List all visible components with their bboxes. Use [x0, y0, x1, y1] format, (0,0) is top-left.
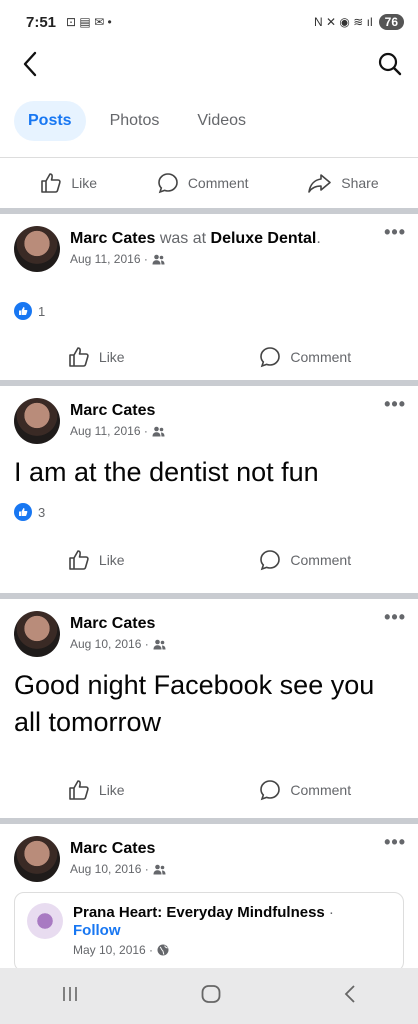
top-nav: [0, 44, 418, 84]
post-date[interactable]: Aug 11, 2016 ·: [70, 424, 148, 438]
avatar[interactable]: [14, 226, 60, 272]
post-date[interactable]: Aug 11, 2016 ·: [70, 252, 148, 266]
comment-button[interactable]: Comment: [156, 171, 249, 195]
author-name[interactable]: Marc Cates: [70, 840, 155, 857]
post-card: Marc Cates Aug 10, 2016 · ••• Prana Hear…: [0, 824, 418, 974]
author-name[interactable]: Marc Cates: [70, 402, 155, 419]
profile-tabs: Posts Photos Videos: [0, 84, 418, 158]
home-button[interactable]: [200, 983, 222, 1010]
shared-post-date[interactable]: May 10, 2016 ·: [73, 943, 153, 957]
reaction-count: 1: [38, 303, 46, 319]
tab-videos[interactable]: Videos: [183, 101, 260, 141]
author-name[interactable]: Marc Cates: [70, 230, 155, 247]
comment-label: Comment: [290, 782, 352, 798]
shared-post-card[interactable]: Prana Heart: Everyday Mindfulness · Foll…: [14, 892, 404, 972]
more-options-button[interactable]: •••: [384, 222, 406, 243]
comment-bubble-icon: [260, 780, 281, 801]
avatar[interactable]: [14, 611, 60, 657]
comment-label: Comment: [187, 175, 249, 191]
status-bar: 7:51 ⊡ ▤ ✉ • N ✕ ◉ ≋ ıl 76: [0, 0, 418, 44]
recent-apps-icon: [63, 986, 77, 1001]
profile-action-bar: Like Comment Share: [0, 158, 418, 208]
share-button[interactable]: Share: [307, 171, 379, 195]
like-button[interactable]: Like: [67, 345, 125, 369]
like-label: Like: [98, 349, 125, 365]
share-arrow-icon: [308, 174, 332, 193]
system-back-icon: [344, 984, 355, 1003]
post-header-text: Marc Cates was at Deluxe Dental.: [70, 230, 321, 247]
post-card: Marc Cates Aug 10, 2016 · ••• Good night…: [0, 599, 418, 818]
post-action-bar: Like Comment: [0, 332, 418, 382]
thumbs-up-icon: [41, 173, 62, 193]
post-header-text: Marc Cates: [70, 401, 404, 421]
more-options-button[interactable]: •••: [384, 607, 406, 628]
post-date[interactable]: Aug 10, 2016 ·: [70, 862, 149, 876]
status-time: 7:51: [26, 13, 57, 31]
search-icon: [378, 52, 402, 76]
post-date[interactable]: Aug 10, 2016 ·: [70, 637, 149, 651]
reactions-summary[interactable]: 1: [0, 302, 418, 320]
like-label: Like: [98, 552, 125, 568]
post-header-text: Marc Cates: [70, 614, 404, 634]
system-back-button[interactable]: [342, 984, 358, 1009]
thumbs-up-icon: [69, 780, 89, 800]
shared-page-name: Prana Heart: Everyday Mindfulness ·: [73, 904, 334, 921]
post-card: Marc Cates Aug 11, 2016 · ••• I am at th…: [0, 386, 418, 593]
page-avatar[interactable]: [27, 903, 63, 939]
like-label: Like: [71, 175, 98, 191]
friends-audience-icon: [152, 254, 165, 264]
avatar[interactable]: [14, 398, 60, 444]
home-icon: [201, 984, 221, 1003]
friends-audience-icon: [153, 864, 166, 874]
reaction-count: 3: [38, 504, 46, 520]
author-name[interactable]: Marc Cates: [70, 615, 155, 632]
globe-icon: [157, 944, 169, 956]
more-options-button[interactable]: •••: [384, 394, 406, 415]
back-arrow-icon: [23, 51, 37, 77]
notification-icons: ⊡ ▤ ✉ •: [66, 15, 112, 29]
comment-button[interactable]: Comment: [258, 345, 351, 369]
like-label: Like: [98, 782, 125, 798]
like-reaction-icon: [14, 302, 32, 320]
post-text: I am at the dentist not fun: [14, 457, 319, 487]
more-options-button[interactable]: •••: [384, 832, 406, 853]
search-button[interactable]: [374, 48, 406, 80]
comment-label: Comment: [290, 349, 352, 365]
comment-bubble-icon: [260, 550, 281, 571]
like-reaction-icon: [14, 503, 32, 521]
battery-indicator: 76: [378, 14, 404, 30]
comment-bubble-icon: [158, 173, 178, 194]
comment-label: Comment: [290, 552, 352, 568]
comment-bubble-icon: [260, 347, 281, 368]
post-action-bar: Like Comment: [0, 535, 418, 585]
like-button[interactable]: Like: [67, 548, 125, 572]
system-navigation-bar: [0, 968, 418, 1024]
like-button[interactable]: Like: [39, 171, 97, 195]
back-button[interactable]: [14, 48, 46, 80]
friends-audience-icon: [153, 639, 166, 649]
recent-apps-button[interactable]: [60, 984, 80, 1009]
tab-photos[interactable]: Photos: [96, 101, 174, 141]
thumbs-up-icon: [69, 550, 89, 570]
reactions-summary[interactable]: 3: [0, 503, 418, 521]
post-text: Good night Facebook see you all tomorrow: [14, 670, 375, 737]
friends-audience-icon: [152, 426, 165, 436]
comment-button[interactable]: Comment: [258, 548, 351, 572]
comment-button[interactable]: Comment: [258, 778, 351, 802]
share-label: Share: [341, 175, 379, 191]
avatar[interactable]: [14, 836, 60, 882]
system-icons: N ✕ ◉ ≋ ıl: [314, 15, 373, 29]
thumbs-up-icon: [69, 347, 89, 367]
post-header-text: Marc Cates: [70, 839, 404, 859]
place-name[interactable]: Deluxe Dental: [211, 230, 317, 247]
post-card: Marc Cates was at Deluxe Dental. Aug 11,…: [0, 214, 418, 380]
post-action-bar: Like Comment: [0, 765, 418, 815]
tab-posts[interactable]: Posts: [14, 100, 86, 141]
follow-link[interactable]: Follow: [73, 922, 334, 939]
like-button[interactable]: Like: [67, 778, 125, 802]
